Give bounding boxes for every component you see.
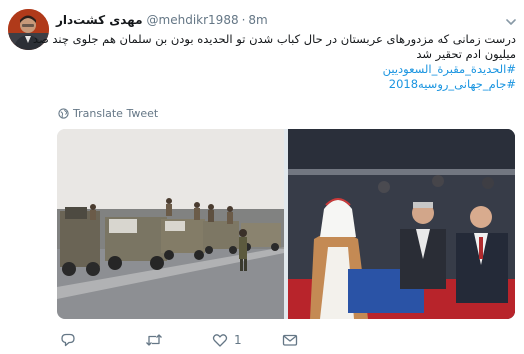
translate-tweet-link[interactable]: Translate Tweet	[58, 107, 158, 120]
chevron-down-icon[interactable]	[505, 13, 517, 25]
tweet-text-line: میلیون ادم تحقیر شد	[416, 47, 516, 61]
tweet: مهدی کشت‌دار @mehdikr1988 · 8m درست زمان…	[0, 0, 524, 354]
timestamp[interactable]: 8m	[248, 13, 267, 27]
display-name[interactable]: مهدی کشت‌دار	[56, 13, 143, 27]
hashtag-link[interactable]: #الحديدة_مقبرة_السعوديين	[60, 62, 516, 77]
like-count: 1	[234, 333, 242, 347]
like-button[interactable]: 1	[212, 332, 242, 348]
like-icon	[212, 334, 228, 347]
hashtag-link[interactable]: #جام_جهانی_روسیه2018	[60, 77, 516, 92]
globe-icon	[58, 108, 69, 119]
media-gallery	[57, 129, 515, 319]
stadium-vip-box-photo[interactable]	[288, 129, 515, 319]
military-convoy-photo[interactable]	[57, 129, 284, 319]
user-handle[interactable]: @mehdikr1988	[147, 13, 239, 27]
separator-dot: ·	[241, 13, 246, 27]
reply-button[interactable]	[60, 332, 82, 348]
tweet-actions: 1	[60, 332, 360, 348]
retweet-button[interactable]	[145, 332, 169, 348]
tweet-header: مهدی کشت‌دار @mehdikr1988 · 8m	[56, 12, 268, 28]
tweet-text: درست زمانی که مزدورهای عربستان در حال کب…	[32, 32, 516, 92]
reply-icon	[61, 333, 75, 347]
message-icon	[282, 334, 298, 346]
retweet-icon	[146, 334, 162, 346]
direct-message-button[interactable]	[282, 332, 304, 348]
tweet-text-line: درست زمانی که مزدورهای عربستان در حال کب…	[32, 32, 516, 46]
translate-label: Translate Tweet	[73, 107, 159, 120]
